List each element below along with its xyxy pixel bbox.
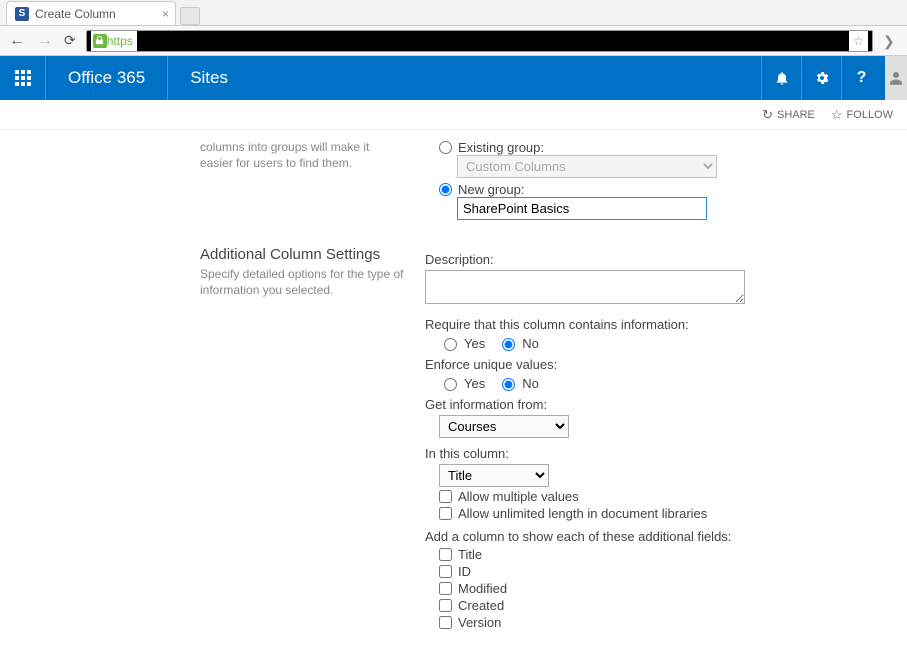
new-group-input[interactable] [457,197,707,220]
field-created-checkbox[interactable] [439,599,452,612]
allow-unlimited-checkbox[interactable] [439,507,452,520]
extension-icon[interactable]: ❯ [883,33,899,49]
help-icon: ? [857,69,867,87]
field-version-label: Version [458,615,501,630]
field-title-checkbox[interactable] [439,548,452,561]
share-label: SHARE [777,109,815,121]
existing-group-radio[interactable] [439,141,452,154]
description-label: Description: [425,252,885,267]
app-launcher[interactable] [0,56,46,100]
suite-brand[interactable]: Office 365 [46,56,168,100]
in-column-select[interactable]: Title [439,464,549,487]
get-info-select[interactable]: Courses [439,415,569,438]
follow-label: FOLLOW [847,109,893,121]
require-yes-label: Yes [464,336,485,351]
user-avatar[interactable] [885,56,907,100]
suite-site[interactable]: Sites [168,56,250,100]
field-modified-label: Modified [458,581,507,596]
require-no-radio[interactable] [502,338,515,351]
field-created-label: Created [458,598,504,613]
enforce-yes-radio[interactable] [444,378,457,391]
new-group-label: New group: [458,182,524,197]
get-info-label: Get information from: [425,397,885,412]
allow-multi-label: Allow multiple values [458,489,579,504]
address-bar[interactable]: https ☆ [86,30,873,52]
settings-desc: Specify detailed options for the type of… [200,267,405,298]
help-button[interactable]: ? [841,56,881,100]
in-column-label: In this column: [425,446,885,461]
browser-tab-strip: S Create Column × [0,0,907,26]
share-icon: ↻ [762,107,773,123]
waffle-icon [15,70,31,86]
additional-fields-list: Title ID Modified Created Version [425,547,885,630]
allow-multi-checkbox[interactable] [439,490,452,503]
close-tab-icon[interactable]: × [162,7,169,21]
enforce-no-radio[interactable] [502,378,515,391]
page-actions-bar: ↻ SHARE ☆ FOLLOW [0,100,907,130]
existing-group-label: Existing group: [458,140,544,155]
group-section: columns into groups will make it easier … [200,140,887,220]
require-no-label: No [522,336,539,351]
share-button[interactable]: ↻ SHARE [762,107,815,123]
bookmark-star-icon[interactable]: ☆ [849,31,868,51]
browser-nav-bar: ← → ⟳ https ☆ ❯ [0,26,907,56]
notifications-button[interactable] [761,56,801,100]
description-textarea[interactable] [425,270,745,304]
field-id-checkbox[interactable] [439,565,452,578]
field-modified-checkbox[interactable] [439,582,452,595]
star-icon: ☆ [831,107,843,123]
reload-button[interactable]: ⟳ [64,32,76,49]
field-id-label: ID [458,564,471,579]
add-fields-label: Add a column to show each of these addit… [425,529,885,544]
enforce-no-label: No [522,376,539,391]
new-tab-button[interactable] [180,7,200,25]
back-button[interactable]: ← [8,32,26,50]
group-desc-truncated: columns into groups will make it easier … [200,140,405,171]
follow-button[interactable]: ☆ FOLLOW [831,107,893,123]
gear-icon [814,70,830,86]
suite-bar: Office 365 Sites ? [0,56,907,100]
require-label: Require that this column contains inform… [425,317,885,332]
settings-title: Additional Column Settings [200,246,405,263]
bell-icon [774,70,790,86]
new-group-radio[interactable] [439,183,452,196]
field-version-checkbox[interactable] [439,616,452,629]
page-content: columns into groups will make it easier … [0,140,907,652]
allow-unlimited-label: Allow unlimited length in document libra… [458,506,707,521]
browser-tab[interactable]: S Create Column × [6,1,176,25]
tab-favicon: S [15,7,29,21]
additional-settings-section: Additional Column Settings Specify detai… [200,246,887,632]
settings-button[interactable] [801,56,841,100]
lock-icon [93,34,107,48]
existing-group-select[interactable]: Custom Columns [457,155,717,178]
require-yes-radio[interactable] [444,338,457,351]
tab-title: Create Column [35,7,116,21]
enforce-yes-label: Yes [464,376,485,391]
field-title-label: Title [458,547,482,562]
forward-button[interactable]: → [36,32,54,50]
person-icon [887,69,905,87]
enforce-label: Enforce unique values: [425,357,885,372]
url-prefix-text: https [107,34,133,48]
url-scheme: https [91,31,137,51]
